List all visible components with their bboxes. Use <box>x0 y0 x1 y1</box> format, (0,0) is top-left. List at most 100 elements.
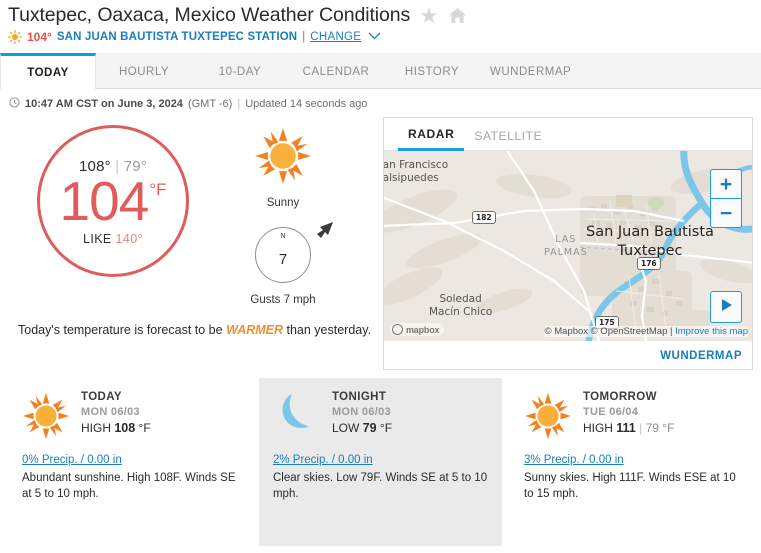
forecast-cards: TODAY MON 06/03 HIGH 108 °F 0% Precip. /… <box>0 378 761 546</box>
radar-play-button[interactable] <box>710 291 742 323</box>
separator: | <box>302 31 306 43</box>
wind-direction-label: N <box>280 233 286 240</box>
card-description: Sunny skies. High 111F. Winds ESE at 10 … <box>523 472 736 500</box>
improve-map-link[interactable]: Improve this map <box>675 326 748 337</box>
home-icon[interactable] <box>448 7 467 24</box>
radar-map[interactable]: San Francisco Salsipuedes LAS PALMAS San… <box>384 151 752 341</box>
title-row: Tuxtepec, Oaxaca, Mexico Weather Conditi… <box>8 4 761 27</box>
tab-label: 10-DAY <box>218 66 262 78</box>
zoom-in-button[interactable]: + <box>711 170 741 199</box>
card-temp: LOW 79 °F <box>332 421 392 435</box>
main-content: 108° | 79° 104 °F LIKE 140° Sunny N 7 Gu… <box>0 117 761 370</box>
tab-history[interactable]: HISTORY <box>384 53 480 88</box>
sky-and-wind-column: Sunny N 7 Gusts 7 mph <box>218 125 348 306</box>
card-temp-unit: °F <box>138 421 151 435</box>
card-temp-label: HIGH <box>582 421 613 435</box>
card-description: Clear skies. Low 79F. Winds SE at 5 to 1… <box>272 472 488 500</box>
wind-compass: N 7 <box>255 222 333 283</box>
main-tab-bar: TODAY HOURLY 10-DAY CALENDAR HISTORY WUN… <box>0 53 761 89</box>
card-gap <box>502 378 510 546</box>
radar-tab-label: SATELLITE <box>474 129 543 143</box>
gmt-offset: (GMT -6) <box>187 98 233 110</box>
radar-tab-label: RADAR <box>408 127 455 141</box>
card-precip-link[interactable]: 0% Precip. / 0.00 in <box>22 454 237 466</box>
mapbox-logo[interactable]: mapbox <box>390 323 445 336</box>
card-date: TUE 06/04 <box>582 406 639 418</box>
card-temp-value: 79 <box>362 421 377 435</box>
feels-like-value: 140° <box>115 231 144 246</box>
timestamp-divider: | <box>237 98 241 110</box>
sun-icon <box>254 127 312 190</box>
card-date: MON 06/03 <box>81 406 140 418</box>
card-temp-unit: °F <box>662 421 675 435</box>
wind-speed-value: 7 <box>278 251 288 268</box>
temperature-circle: 108° | 79° 104 °F LIKE 140° <box>37 125 189 277</box>
wundermap-row: WUNDERMAP <box>384 341 752 369</box>
tab-label: HOURLY <box>118 66 170 78</box>
forecast-prefix: Today's temperature is forecast to be <box>18 323 223 337</box>
card-temp: HIGH 108 °F <box>81 421 151 435</box>
card-header: TODAY MON 06/03 HIGH 108 °F <box>22 390 237 445</box>
tab-today[interactable]: TODAY <box>0 53 96 89</box>
sun-icon <box>524 390 572 445</box>
mapbox-dot-icon <box>392 324 403 335</box>
map-attribution: © Mapbox © OpenStreetMap | Improve this … <box>544 326 748 337</box>
attribution-divider: | <box>670 326 673 337</box>
tab-label: TODAY <box>27 66 69 79</box>
map-graphics <box>384 151 752 341</box>
card-meta: TONIGHT MON 06/03 LOW 79 °F <box>332 390 392 435</box>
timestamp-row: 10:47 AM CST on June 3, 2024 (GMT -6) | … <box>0 89 761 111</box>
forecast-card-tomorrow: TOMORROW TUE 06/04 HIGH 111 | 79 °F 3% P… <box>509 378 753 546</box>
card-when: TODAY <box>81 391 122 403</box>
star-icon[interactable]: ★ <box>419 4 439 27</box>
tab-radar[interactable]: RADAR <box>398 127 465 151</box>
tab-calendar[interactable]: CALENDAR <box>288 53 384 88</box>
header-current-temp: 104° <box>27 30 52 44</box>
station-name-link[interactable]: SAN JUAN BAUTISTA TUXTEPEC STATION <box>57 31 297 43</box>
forecast-emphasis: WARMER <box>226 323 284 337</box>
card-precip-link[interactable]: 3% Precip. / 0.00 in <box>524 454 739 466</box>
card-temp-label: LOW <box>331 421 360 435</box>
mapbox-logo-text: mapbox <box>406 324 440 335</box>
wind-gusts-label: Gusts 7 mph <box>250 294 316 306</box>
card-header: TOMORROW TUE 06/04 HIGH 111 | 79 °F <box>524 390 739 445</box>
updated-ago: Updated 14 seconds ago <box>245 98 368 110</box>
card-secondary-temp: 79 <box>645 421 659 435</box>
radar-panel: RADAR SATELLITE an Francisco alsipuedes … <box>383 117 753 370</box>
tab-label: WUNDERMAP <box>490 66 572 78</box>
page-title: Tuxtepec, Oaxaca, Mexico Weather Conditi… <box>8 4 411 26</box>
card-date: MON 06/03 <box>331 406 391 418</box>
feels-like-label: LIKE <box>82 231 112 246</box>
card-temp-value: 111 <box>616 421 636 435</box>
card-temp-unit: °F <box>379 421 393 435</box>
attribution-text: © Mapbox © OpenStreetMap <box>544 326 668 337</box>
card-temp: HIGH 111 | 79 °F <box>583 421 674 435</box>
temperature-circle-wrap: 108° | 79° 104 °F LIKE 140° <box>8 125 218 277</box>
forecast-suffix: than yesterday. <box>286 323 372 337</box>
card-when: TONIGHT <box>331 391 387 403</box>
page-header: Tuxtepec, Oaxaca, Mexico Weather Conditi… <box>0 0 761 45</box>
feels-like-row: LIKE 140° <box>83 232 143 246</box>
tab-label: HISTORY <box>404 66 460 78</box>
wundermap-link[interactable]: WUNDERMAP <box>660 350 742 362</box>
card-temp-label: HIGH <box>81 421 111 435</box>
chevron-down-icon[interactable] <box>368 31 381 43</box>
card-description: Abundant sunshine. High 108F. Winds SE a… <box>22 472 236 500</box>
sun-icon <box>22 390 70 445</box>
zoom-out-button[interactable]: − <box>711 199 741 227</box>
tab-satellite[interactable]: SATELLITE <box>464 129 552 150</box>
current-conditions-panel: 108° | 79° 104 °F LIKE 140° Sunny N 7 Gu… <box>8 117 378 370</box>
tab-wundermap[interactable]: WUNDERMAP <box>480 53 581 88</box>
play-icon <box>720 298 733 317</box>
tab-10-day[interactable]: 10-DAY <box>192 53 288 88</box>
card-precip-link[interactable]: 2% Precip. / 0.00 in <box>273 454 488 466</box>
card-when: TOMORROW <box>582 391 657 403</box>
sun-icon <box>7 29 23 45</box>
card-temp-value: 108 <box>114 421 136 435</box>
change-location-link[interactable]: CHANGE <box>310 31 361 43</box>
forecast-card-tonight: TONIGHT MON 06/03 LOW 79 °F 2% Precip. /… <box>258 378 503 546</box>
forecast-card-today: TODAY MON 06/03 HIGH 108 °F 0% Precip. /… <box>8 378 252 546</box>
temperature-unit: °F <box>149 180 167 200</box>
tab-hourly[interactable]: HOURLY <box>96 53 192 88</box>
radar-column: RADAR SATELLITE an Francisco alsipuedes … <box>383 117 753 370</box>
